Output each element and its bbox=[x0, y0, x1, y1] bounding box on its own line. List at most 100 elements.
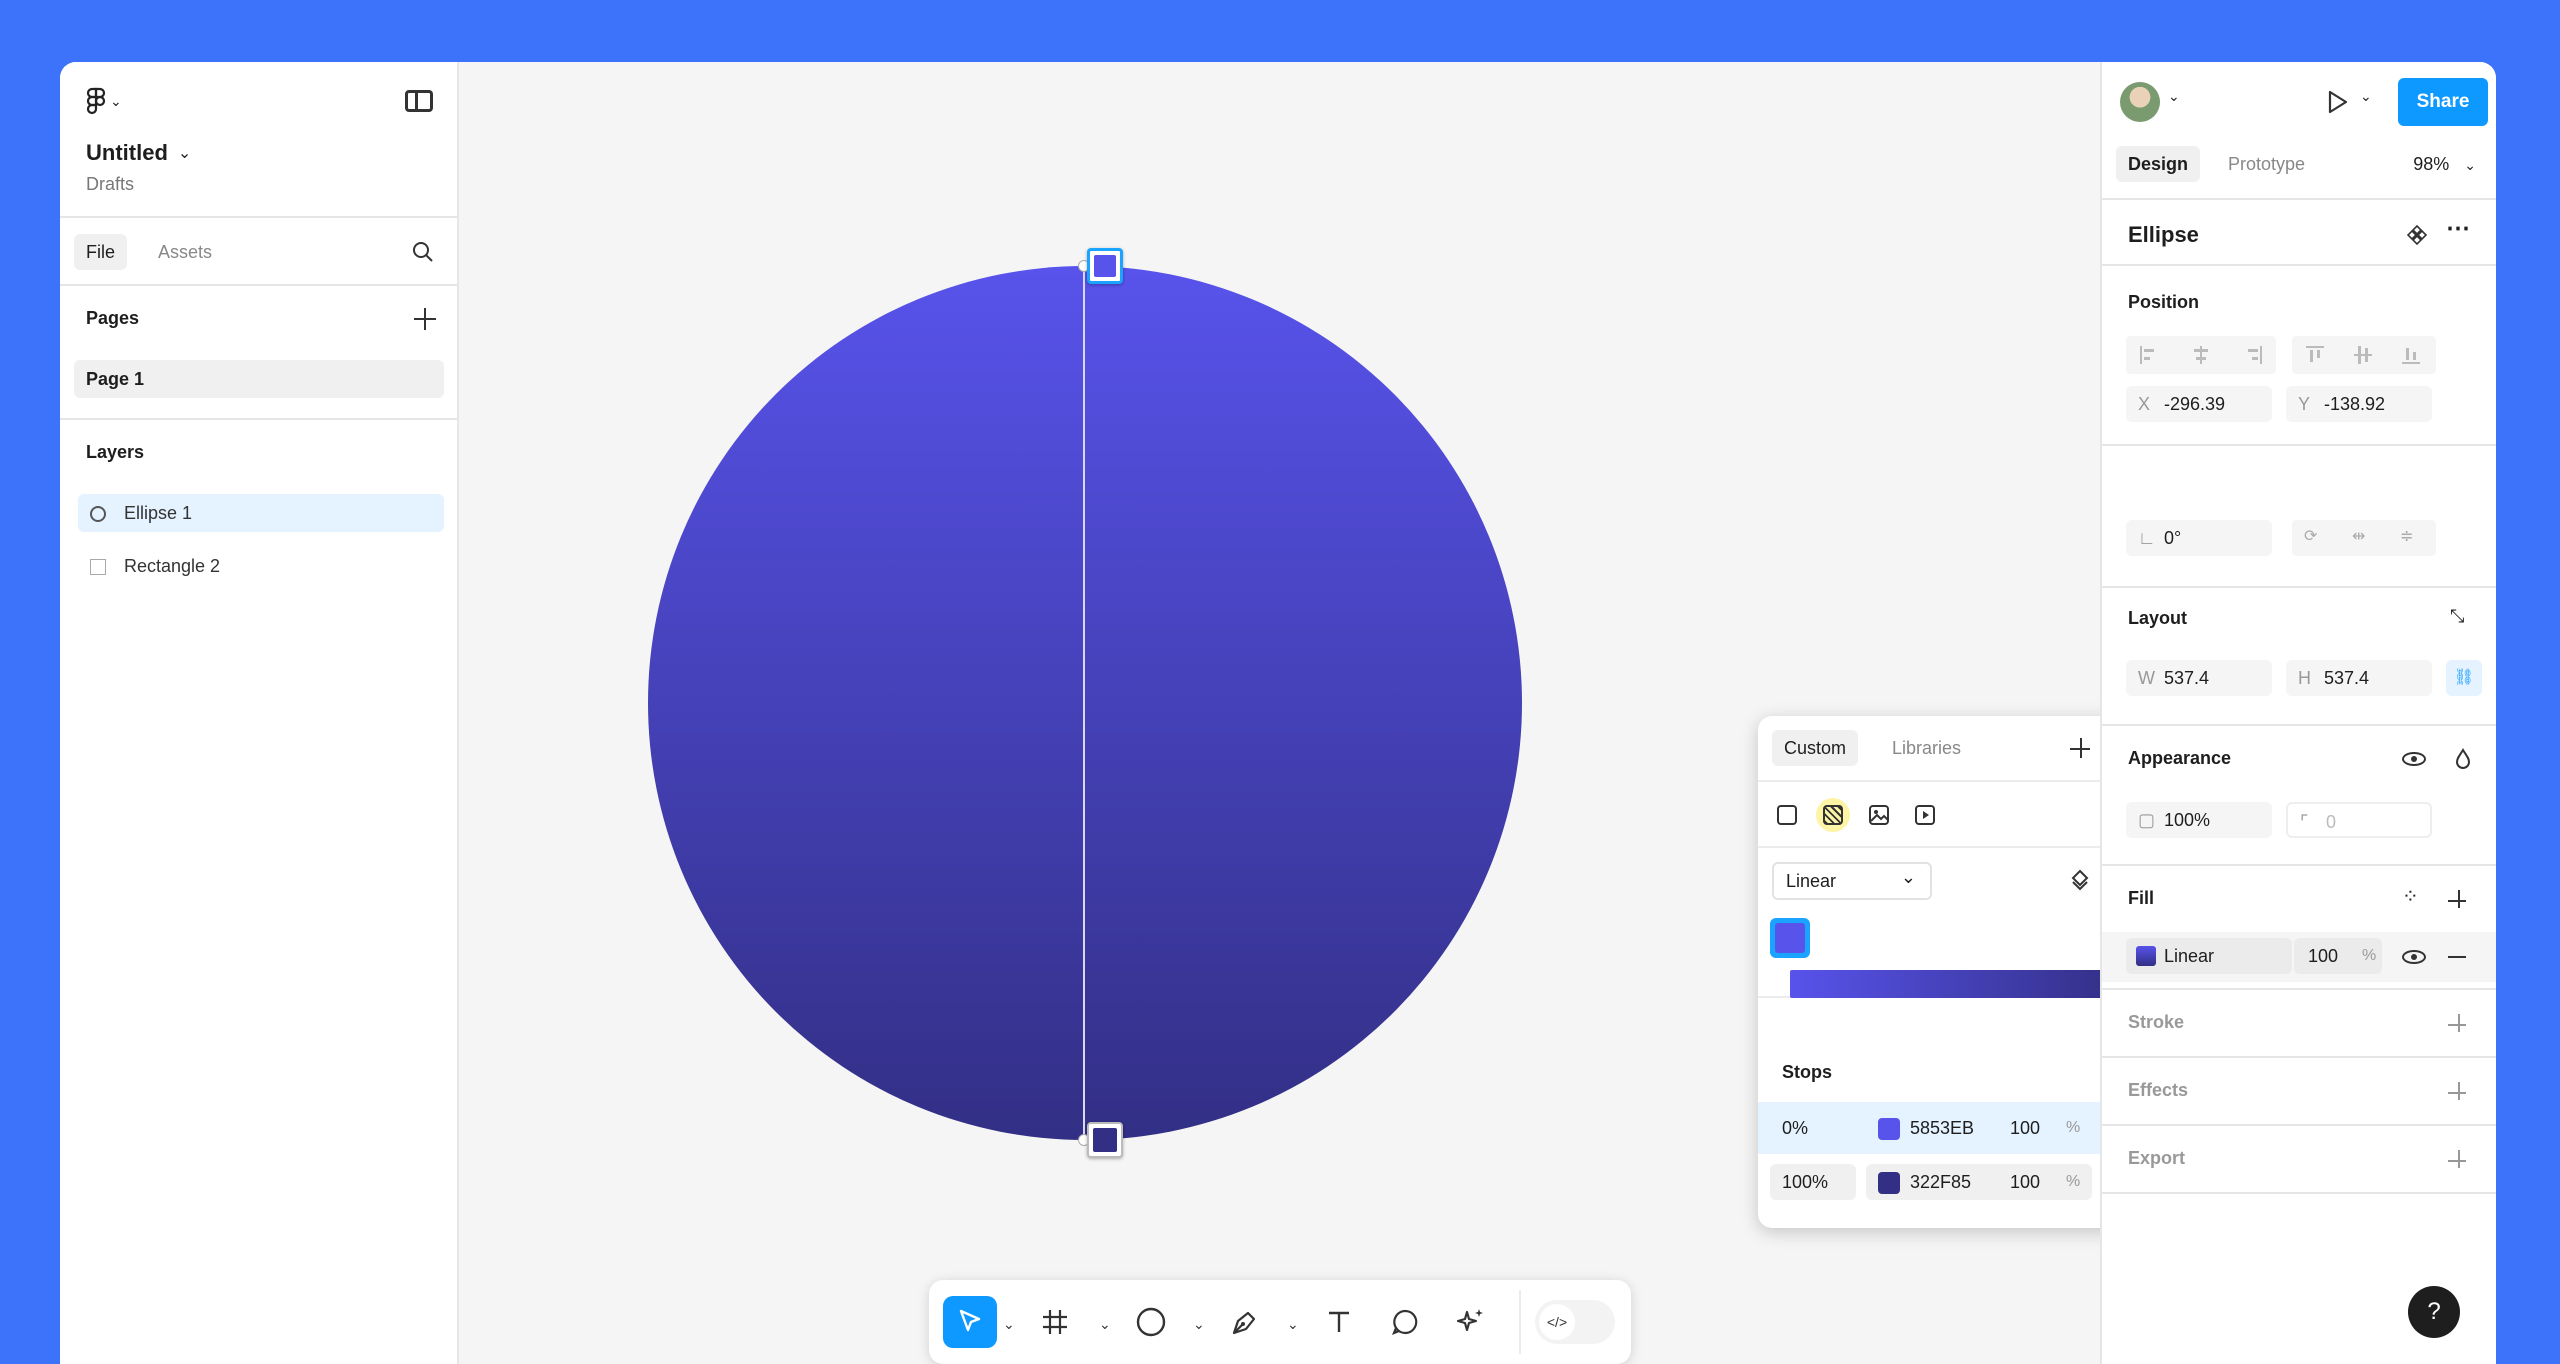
add-page-icon[interactable] bbox=[414, 308, 436, 330]
gradient-handle-start[interactable] bbox=[1087, 248, 1123, 284]
component-icon[interactable] bbox=[2406, 224, 2428, 246]
stop-hex[interactable]: 322F85 bbox=[1910, 1164, 1971, 1200]
stop-hex[interactable]: 5853EB bbox=[1910, 1110, 1974, 1146]
stop-color-field[interactable]: 5853EB 100 % bbox=[1866, 1110, 2092, 1146]
eye-icon[interactable] bbox=[2402, 752, 2426, 766]
zoom-dropdown[interactable]: 98% ⌄ bbox=[2413, 146, 2476, 183]
transform-buttons[interactable]: ⟳ ⇹ ≑ bbox=[2292, 520, 2436, 556]
comment-tool-button[interactable] bbox=[1383, 1296, 1427, 1348]
play-icon[interactable] bbox=[2324, 88, 2350, 116]
opacity-value[interactable]: 100% bbox=[2164, 802, 2210, 838]
stop-opacity[interactable]: 100 bbox=[2010, 1110, 2040, 1146]
chevron-down-icon[interactable]: ⌄ bbox=[2360, 88, 2372, 105]
fill-type[interactable]: Linear bbox=[2164, 938, 2214, 974]
y-field[interactable]: Y -138.92 bbox=[2286, 386, 2432, 422]
avatar[interactable] bbox=[2120, 82, 2160, 122]
flip-horizontal-icon[interactable]: ⇹ bbox=[2352, 526, 2365, 546]
gradient-line[interactable] bbox=[1083, 266, 1085, 1140]
ai-tool-button[interactable] bbox=[1449, 1296, 1493, 1348]
width-value[interactable]: 537.4 bbox=[2164, 660, 2209, 696]
fill-swatch[interactable] bbox=[2136, 946, 2156, 966]
constrain-proportions-icon[interactable]: ⛓ bbox=[2446, 660, 2482, 696]
tab-file[interactable]: File bbox=[74, 234, 128, 270]
height-value[interactable]: 537.4 bbox=[2324, 660, 2369, 696]
rotation-field[interactable]: ∟ 0° bbox=[2126, 520, 2272, 556]
height-field[interactable]: H 537.4 bbox=[2286, 660, 2432, 696]
add-fill-icon[interactable] bbox=[2448, 890, 2466, 908]
pen-tool-button[interactable] bbox=[1223, 1296, 1267, 1348]
opacity-field[interactable]: ▢ 100% bbox=[2126, 802, 2272, 838]
ellipse-shape[interactable] bbox=[648, 266, 1522, 1140]
rotation-value[interactable]: 0° bbox=[2164, 520, 2181, 556]
help-button[interactable]: ? bbox=[2408, 1286, 2460, 1338]
stop-opacity[interactable]: 100 bbox=[2010, 1164, 2040, 1200]
add-style-icon[interactable] bbox=[2070, 738, 2090, 758]
text-tool-button[interactable] bbox=[1317, 1296, 1361, 1348]
width-field[interactable]: W 537.4 bbox=[2126, 660, 2272, 696]
color-swatch[interactable] bbox=[1878, 1172, 1900, 1194]
layer-item-ellipse-1[interactable]: Ellipse 1 bbox=[78, 494, 444, 532]
video-paint-button[interactable] bbox=[1908, 798, 1942, 832]
fill-opacity[interactable]: 100 bbox=[2308, 938, 2338, 974]
align-vertical-group[interactable] bbox=[2292, 336, 2436, 374]
tab-assets[interactable]: Assets bbox=[146, 234, 224, 270]
flip-vertical-icon[interactable]: ≑ bbox=[2400, 526, 2413, 546]
shape-tool-button[interactable] bbox=[1129, 1296, 1173, 1348]
blend-mode-icon[interactable] bbox=[2454, 748, 2472, 770]
chevron-down-icon[interactable]: ⌄ bbox=[1003, 1316, 1015, 1333]
corner-radius-value[interactable]: 0 bbox=[2326, 804, 2336, 840]
fill-opacity-field[interactable]: 100 % bbox=[2294, 938, 2382, 974]
stop-position-input[interactable]: 100% bbox=[1770, 1164, 1856, 1200]
chevron-down-icon[interactable]: ⌄ bbox=[2168, 88, 2180, 105]
corner-radius-field[interactable]: ⌜ 0 bbox=[2286, 802, 2432, 838]
collapse-icon[interactable]: ⤡ bbox=[2450, 606, 2464, 627]
gradient-editor: Linear bbox=[1758, 848, 2156, 998]
layer-item-rectangle-2[interactable]: Rectangle 2 bbox=[78, 547, 444, 585]
chevron-down-icon[interactable]: ⌄ bbox=[1193, 1316, 1205, 1333]
fill-type-field[interactable]: Linear bbox=[2126, 938, 2292, 974]
search-icon[interactable] bbox=[411, 240, 435, 264]
sidebar-toggle-icon[interactable] bbox=[405, 90, 433, 112]
gradient-handle-end[interactable] bbox=[1087, 1122, 1123, 1158]
fill-row[interactable]: Linear 100 % bbox=[2102, 932, 2496, 982]
rotate-gradient-icon[interactable] bbox=[2068, 868, 2092, 894]
more-options-icon[interactable]: ⋯ bbox=[2446, 214, 2470, 243]
solid-paint-button[interactable] bbox=[1770, 798, 1804, 832]
image-paint-button[interactable] bbox=[1862, 798, 1896, 832]
tab-design[interactable]: Design bbox=[2116, 146, 2201, 182]
share-button[interactable]: Share bbox=[2398, 78, 2488, 126]
x-value[interactable]: -296.39 bbox=[2164, 386, 2225, 422]
gradient-stop-marker-start[interactable] bbox=[1770, 918, 1810, 958]
y-value[interactable]: -138.92 bbox=[2324, 386, 2385, 422]
stop-color-field[interactable]: 322F85 100 % bbox=[1866, 1164, 2092, 1200]
add-stroke-icon[interactable] bbox=[2448, 1014, 2466, 1032]
tab-custom[interactable]: Custom bbox=[1772, 730, 1859, 766]
stop-row[interactable]: 100% 322F85 100 % bbox=[1758, 1156, 2156, 1208]
gradient-paint-button[interactable] bbox=[1816, 798, 1850, 832]
dev-mode-toggle[interactable]: </> bbox=[1535, 1300, 1615, 1344]
frame-tool-button[interactable] bbox=[1035, 1296, 1075, 1348]
tab-libraries[interactable]: Libraries bbox=[1880, 730, 1973, 766]
chevron-down-icon[interactable]: ⌄ bbox=[1099, 1316, 1111, 1333]
gradient-preview-bar[interactable] bbox=[1790, 970, 2124, 998]
add-export-icon[interactable] bbox=[2448, 1150, 2466, 1168]
gradient-type-select[interactable]: Linear bbox=[1772, 860, 1932, 900]
handle-swatch bbox=[1093, 1128, 1117, 1152]
stop-row[interactable]: 0% 5853EB 100 % bbox=[1758, 1102, 2156, 1154]
stop-position-input[interactable]: 0% bbox=[1770, 1110, 1856, 1146]
figma-menu-button[interactable]: ⌄ bbox=[86, 86, 126, 116]
x-field[interactable]: X -296.39 bbox=[2126, 386, 2272, 422]
add-effect-icon[interactable] bbox=[2448, 1082, 2466, 1100]
chevron-down-icon[interactable]: ⌄ bbox=[1287, 1316, 1299, 1333]
color-swatch[interactable] bbox=[1878, 1118, 1900, 1140]
file-title[interactable]: Untitled ⌄ bbox=[86, 140, 191, 166]
rotate-icon[interactable]: ⟳ bbox=[2304, 526, 2317, 546]
tab-prototype[interactable]: Prototype bbox=[2216, 146, 2317, 182]
eye-icon[interactable] bbox=[2402, 950, 2426, 964]
styles-icon[interactable]: ⁘ bbox=[2402, 884, 2419, 909]
file-location[interactable]: Drafts bbox=[86, 174, 134, 195]
align-horizontal-group[interactable] bbox=[2126, 336, 2276, 374]
remove-fill-icon[interactable] bbox=[2448, 956, 2466, 958]
move-tool-button[interactable] bbox=[943, 1296, 997, 1348]
page-item[interactable]: Page 1 bbox=[74, 360, 444, 398]
